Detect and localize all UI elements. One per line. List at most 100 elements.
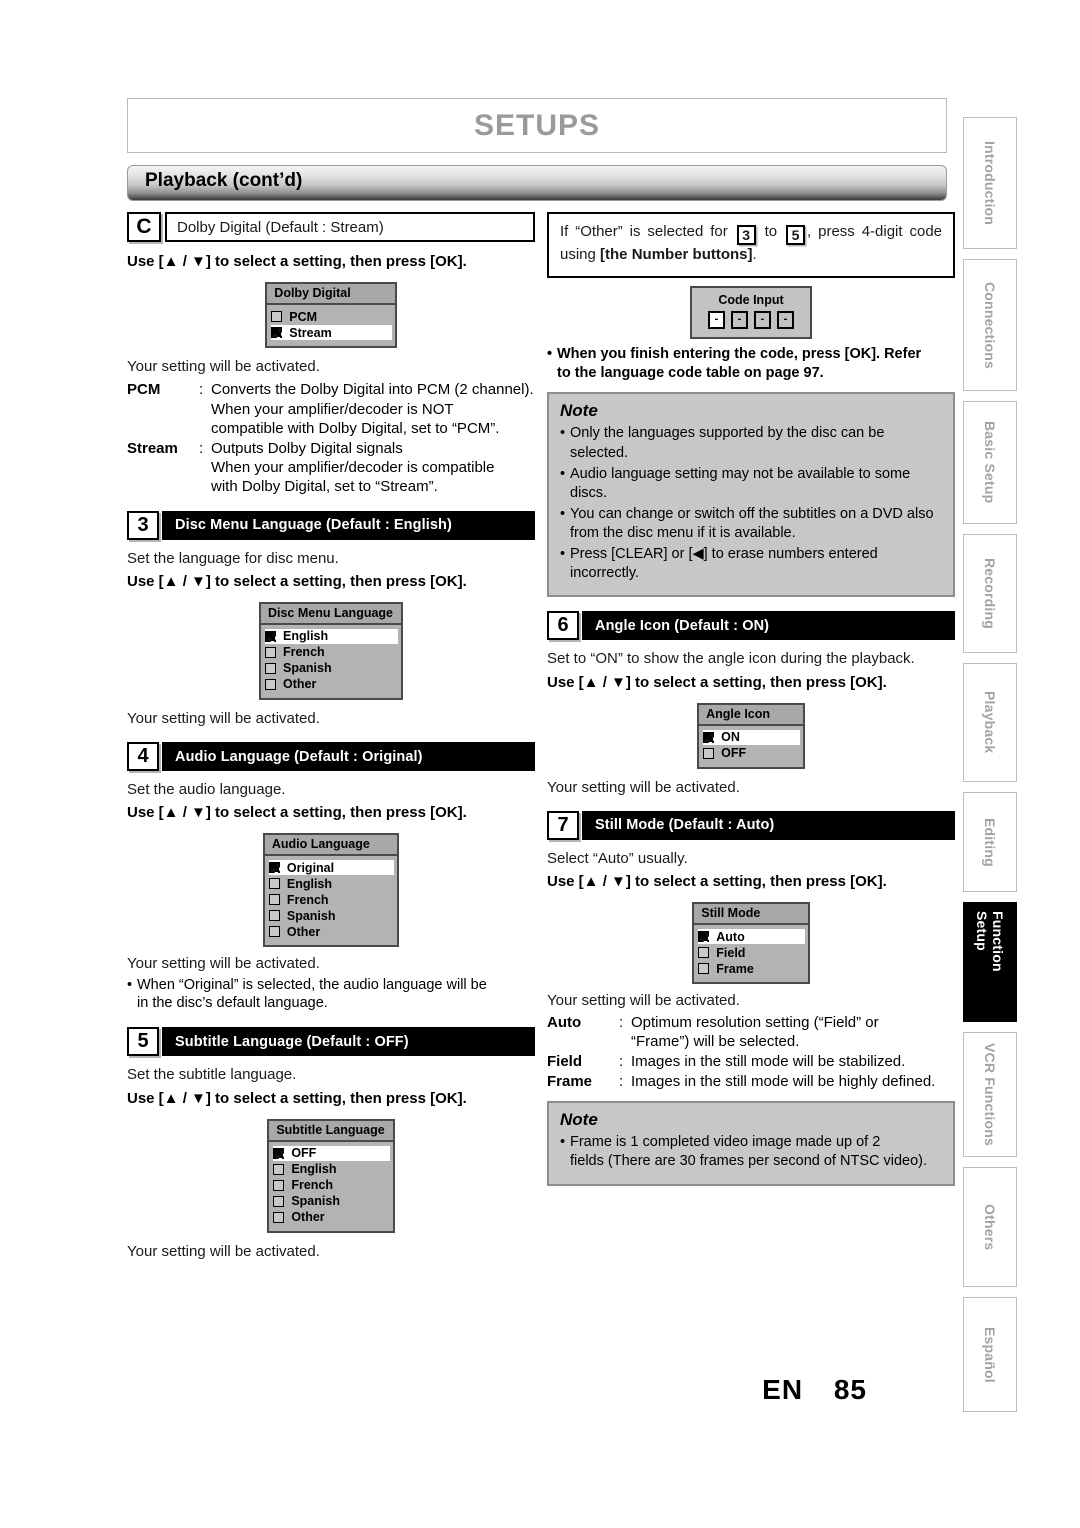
osd-row[interactable]: OFF	[273, 1145, 390, 1161]
osd-row[interactable]: Stream	[271, 325, 392, 341]
osd-disc-menu-language[interactable]: Disc Menu Language English French Spanis…	[258, 601, 404, 700]
chapter-tabs: Introduction Connections Basic Setup Rec…	[963, 117, 1017, 1422]
bullet-line: When “Original” is selected, the audio l…	[137, 976, 487, 993]
osd-row[interactable]: English	[264, 628, 399, 644]
osd-row[interactable]: Field	[698, 945, 804, 960]
code-input-cell[interactable]: -	[731, 310, 748, 329]
bullet-dot-icon: •	[560, 505, 566, 522]
osd-row[interactable]: English	[273, 1162, 389, 1177]
osd-row-label: Spanish	[286, 908, 336, 923]
code-input-wrap: Code Input - - - -	[547, 278, 955, 343]
chapter-tab-label: Recording	[982, 557, 998, 630]
osd-row[interactable]: Other	[268, 924, 394, 939]
note-bullet-text: Audio language setting may not be availa…	[570, 465, 911, 501]
checkbox-unchecked-icon	[698, 963, 710, 975]
item-c-title: Dolby Digital (Default : Stream)	[165, 212, 535, 242]
osd-row[interactable]: Spanish	[273, 1194, 389, 1209]
osd-row-label: Spanish	[291, 1194, 340, 1209]
code-input-cell[interactable]: -	[754, 310, 771, 329]
bullet-line: fields (There are 30 frames per second o…	[570, 1153, 928, 1170]
osd-angle-icon[interactable]: Angle Icon ON OFF	[697, 702, 805, 769]
definition-row: PCM : Converts the Dolby Digital into PC…	[127, 380, 535, 399]
definition-term: Frame	[547, 1073, 593, 1091]
code-input-cell[interactable]: -	[777, 310, 794, 329]
osd-subtitle-language[interactable]: Subtitle Language OFF English French Spa…	[267, 1118, 395, 1233]
item-4-instruction: Use [▲ / ▼] to select a setting, then pr…	[127, 804, 467, 822]
osd-row[interactable]: Spanish	[268, 908, 394, 923]
chapter-tab-label: Others	[982, 1203, 998, 1251]
osd-audio-language-wrap: Audio Language Original English French S…	[127, 826, 535, 953]
chapter-tab-editing[interactable]: Editing	[963, 792, 1017, 892]
osd-row-label: Original	[286, 860, 335, 875]
checkbox-unchecked-icon	[273, 1163, 285, 1175]
osd-row[interactable]: PCM	[271, 309, 391, 324]
osd-row[interactable]: English	[268, 876, 394, 891]
footer-page-number: 85	[833, 1374, 867, 1405]
bullet-line: in the disc’s default language.	[137, 995, 328, 1012]
osd-row[interactable]: Original	[268, 860, 395, 876]
callout-text-bold: [the Number buttons]	[600, 246, 753, 264]
osd-row-label: French	[282, 645, 325, 660]
definition-colon: :	[199, 439, 204, 457]
item-4-lead: Set the audio language.	[127, 781, 286, 799]
checkbox-unchecked-icon	[264, 678, 276, 690]
chapter-tab-vcr-functions[interactable]: VCR Functions	[963, 1032, 1017, 1157]
page-footer: EN 85	[0, 1374, 963, 1406]
chapter-tab-label: Basic Setup	[982, 421, 998, 504]
definition-cont: with Dolby Digital, set to “Stream”.	[211, 478, 438, 496]
item-4-bullet-text: When “Original” is selected, the audio l…	[137, 976, 487, 1014]
definition-term: Auto	[547, 1013, 582, 1031]
osd-row-label: Other	[291, 1210, 325, 1225]
item-5-title: Subtitle Language (Default : OFF)	[162, 1027, 535, 1057]
osd-row[interactable]: ON	[703, 729, 800, 745]
chapter-tab-espanol[interactable]: Español	[963, 1297, 1017, 1412]
osd-row[interactable]: OFF	[703, 746, 800, 761]
definition-desc: Converts the Dolby Digital into PCM (2 c…	[211, 381, 534, 399]
callout-text-b: to	[764, 223, 778, 240]
definition-term: Stream	[127, 439, 178, 457]
checkbox-unchecked-icon	[273, 1195, 285, 1207]
chapter-tab-others[interactable]: Others	[963, 1167, 1017, 1287]
chapter-tab-recording[interactable]: Recording	[963, 534, 1017, 653]
checkbox-checked-icon	[273, 1147, 285, 1159]
osd-row[interactable]: Spanish	[264, 661, 398, 676]
definition-desc: Outputs Dolby Digital signals	[211, 439, 403, 457]
page-title-band: SETUPS	[127, 98, 947, 153]
chapter-tab-function-setup[interactable]: Function Setup	[963, 902, 1017, 1022]
item-c-marker: C	[127, 212, 161, 242]
osd-row[interactable]: Other	[273, 1210, 389, 1225]
osd-row-label: English	[282, 629, 329, 644]
manual-page: SETUPS Playback (cont’d) C Dolby Digital…	[0, 0, 1080, 1528]
osd-row[interactable]: Other	[264, 677, 398, 692]
code-input-cell[interactable]: -	[708, 310, 725, 329]
osd-body: Original English French Spanish Other	[265, 856, 397, 945]
item-6-instruction: Use [▲ / ▼] to select a setting, then pr…	[547, 673, 887, 691]
bullet-dot-icon: •	[547, 345, 553, 362]
definition-cont: When your amplifier/decoder is NOT	[211, 400, 454, 418]
chapter-tab-label: Connections	[982, 281, 998, 369]
osd-row-label: Frame	[716, 961, 754, 976]
chapter-tab-playback[interactable]: Playback	[963, 663, 1017, 782]
osd-dolby-digital-wrap: Dolby Digital PCM Stream	[127, 275, 535, 354]
osd-body: OFF English French Spanish Other	[269, 1142, 392, 1231]
item-6-lead: Set to “ON” to show the angle icon durin…	[547, 650, 915, 668]
chapter-tab-introduction[interactable]: Introduction	[963, 117, 1017, 249]
osd-row[interactable]: French	[273, 1178, 389, 1193]
definition-desc: Images in the still mode will be highly …	[631, 1073, 936, 1091]
code-input-widget[interactable]: Code Input - - - -	[690, 285, 812, 339]
osd-still-mode[interactable]: Still Mode Auto Field Frame	[692, 902, 810, 985]
item-4-bullet: • When “Original” is selected, the audio…	[127, 976, 535, 1014]
osd-audio-language[interactable]: Audio Language Original English French S…	[262, 833, 400, 948]
code-bullet: • When you finish entering the code, pre…	[547, 345, 955, 383]
note-bullet: • Frame is 1 completed video image made …	[560, 1133, 942, 1171]
osd-row[interactable]: Auto	[698, 929, 805, 945]
definition-desc: Images in the still mode will be stabili…	[631, 1052, 906, 1070]
osd-dolby-digital[interactable]: Dolby Digital PCM Stream	[265, 282, 397, 349]
chapter-tab-basic-setup[interactable]: Basic Setup	[963, 401, 1017, 524]
keycap-5: 5	[786, 225, 806, 246]
osd-row[interactable]: French	[268, 892, 394, 907]
osd-row[interactable]: French	[264, 645, 398, 660]
osd-row[interactable]: Frame	[698, 961, 804, 976]
bullet-dot-icon: •	[127, 976, 133, 993]
chapter-tab-connections[interactable]: Connections	[963, 259, 1017, 391]
